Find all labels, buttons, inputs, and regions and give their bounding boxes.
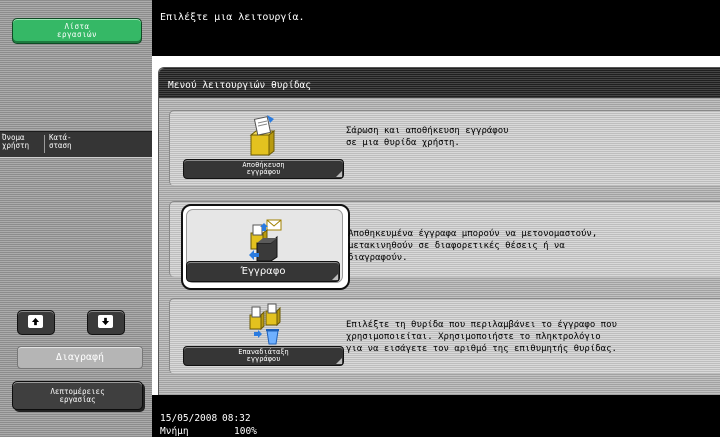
status-date: 15/05/2008 [160, 413, 218, 424]
document-description: Αποθηκευμένα έγγραφα μπορούν να μετονομα… [348, 229, 598, 263]
panel-title: Μενού λειτουργιών θυρίδας [168, 80, 311, 91]
button-corner [336, 171, 342, 177]
instruction-text: Επιλέξτε μια λειτουργία. [160, 12, 305, 23]
instruction-bar: Επιλέξτε μια λειτουργία. [152, 0, 720, 56]
column-header-user-name: Όνομα χρήστη [2, 133, 30, 150]
document-button-label: Έγγραφο [240, 266, 286, 277]
save-document-button[interactable]: Αποθήκευση εγγράφου [183, 159, 344, 179]
function-row-document: Αποθηκευμένα έγγραφα μπορούν να μετονομα… [169, 201, 720, 290]
screen: Λίστα εργασιών Όνομα χρήστη Κατά- σταση … [0, 0, 720, 437]
save-document-description: Σάρωση και αποθήκευση εγγράφου σε μια θυ… [346, 126, 509, 148]
box-function-menu: Μενού λειτουργιών θυρίδας Σάρωση και απο… [158, 67, 720, 396]
column-divider [44, 135, 45, 153]
sidebar: Λίστα εργασιών Όνομα χρήστη Κατά- σταση … [0, 0, 152, 437]
job-list-button[interactable]: Λίστα εργασιών [12, 18, 142, 44]
rearrange-document-button-label: Επαναδιάταξη εγγράφου [238, 348, 289, 363]
job-details-button[interactable]: Λεπτομέρειες εργασίας [12, 381, 143, 410]
scroll-down-button[interactable] [87, 310, 125, 335]
panel-title-bar: Μενού λειτουργιών θυρίδας [159, 68, 720, 98]
rearrange-document-description: Επιλέξτε τη θυρίδα που περιλαμβάνει το έ… [346, 320, 617, 354]
arrow-down-icon [98, 315, 113, 328]
delete-button[interactable]: Διαγραφή [17, 346, 143, 369]
save-document-button-label: Αποθήκευση εγγράφου [242, 161, 285, 176]
function-row-rearrange: Επιλέξτε τη θυρίδα που περιλαμβάνει το έ… [169, 298, 720, 374]
arrow-up-icon [28, 315, 43, 328]
document-button[interactable]: Έγγραφο [186, 261, 340, 282]
button-corner [332, 274, 338, 280]
rearrange-document-button[interactable]: Επαναδιάταξη εγγράφου [183, 346, 344, 366]
column-header-status: Κατά- σταση [49, 133, 72, 150]
document-icon [249, 219, 282, 262]
scroll-up-button[interactable] [17, 310, 55, 335]
rearrange-document-icon [249, 303, 281, 345]
memory-value: 100% [234, 426, 257, 437]
job-table-header: Όνομα χρήστη Κατά- σταση [0, 131, 152, 158]
status-bar: 15/05/2008 08:32 Μνήμη 100% [152, 395, 720, 437]
save-document-icon [249, 115, 276, 157]
button-corner [336, 358, 342, 364]
memory-label: Μνήμη [160, 426, 189, 437]
function-row-save: Σάρωση και αποθήκευση εγγράφου σε μια θυ… [169, 110, 720, 186]
status-time: 08:32 [222, 413, 251, 424]
